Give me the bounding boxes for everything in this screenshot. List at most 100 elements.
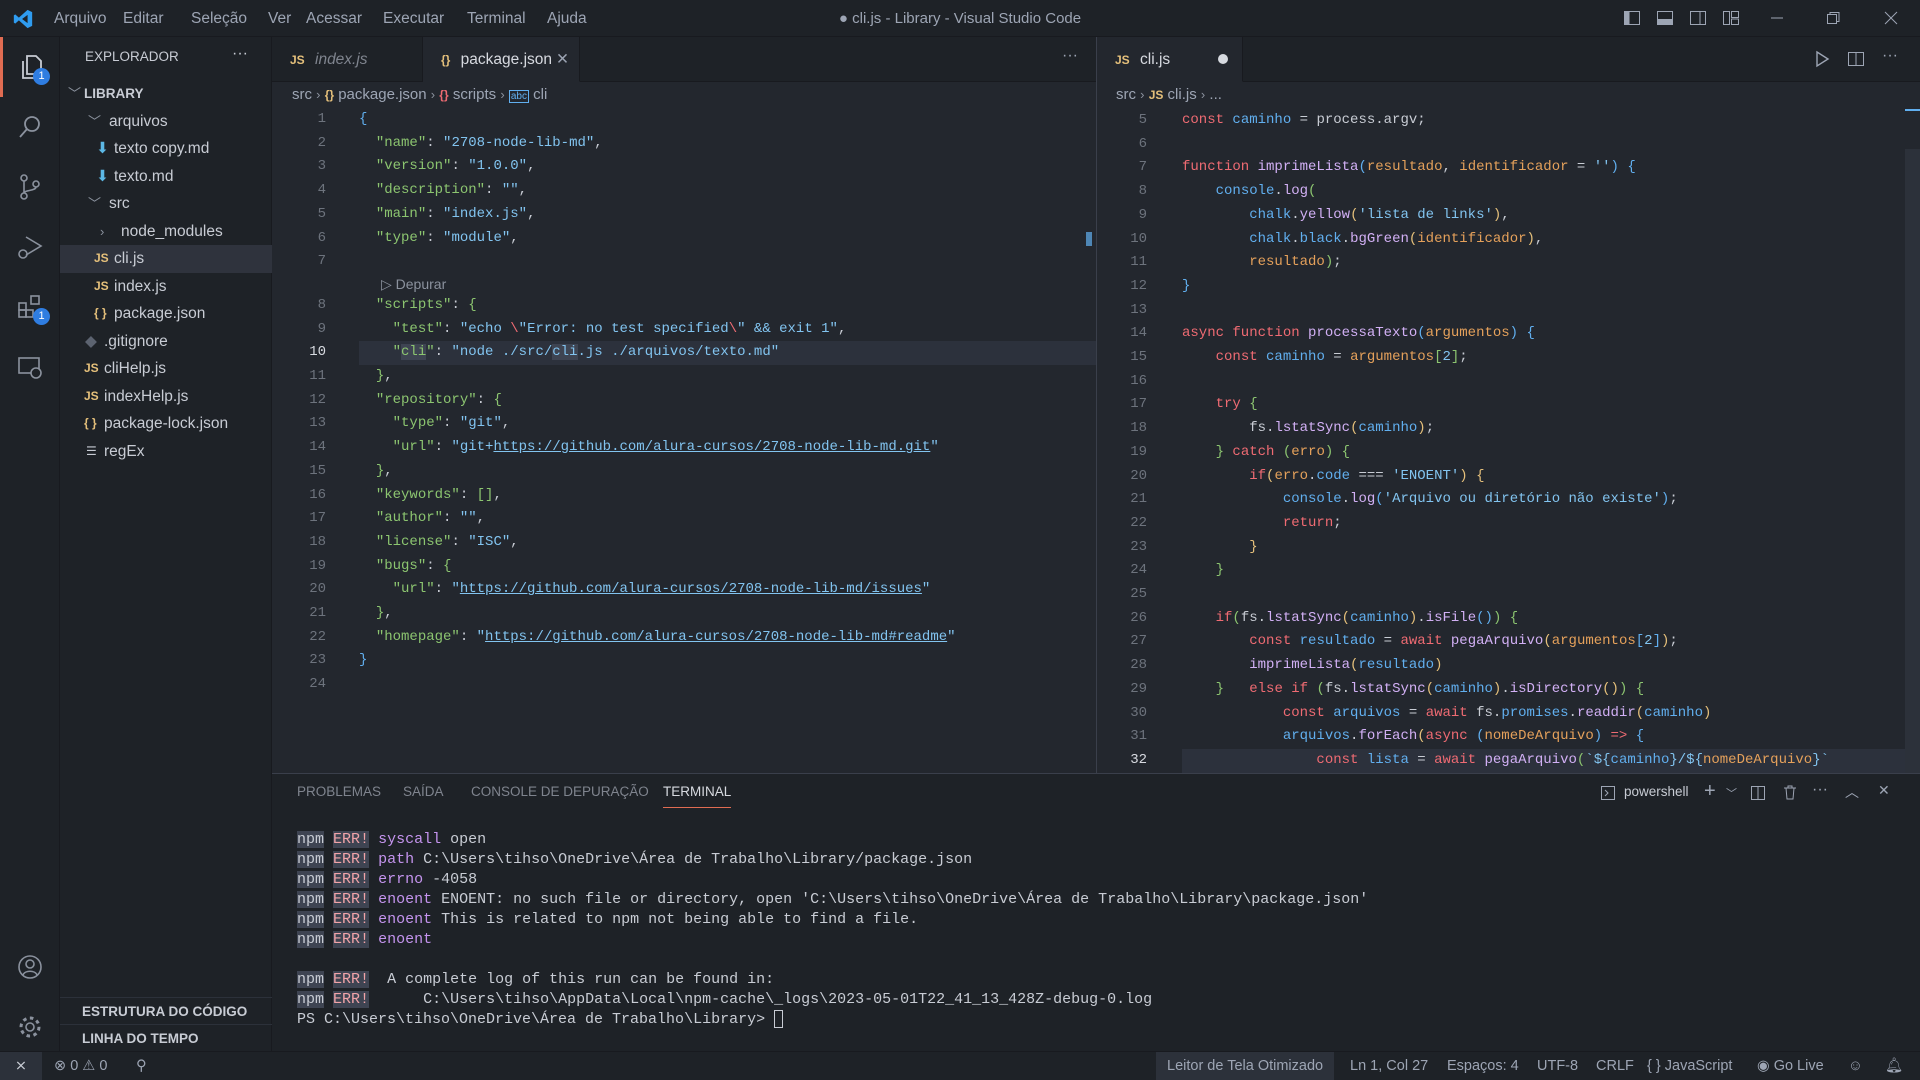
code-line[interactable]: chalk.yellow('lista de links'), — [1182, 204, 1509, 228]
run-debug-icon[interactable] — [0, 217, 60, 277]
customize-layout-icon[interactable] — [1722, 9, 1742, 29]
code-line[interactable]: "scripts": { — [359, 294, 477, 318]
code-line[interactable]: "bugs": { — [359, 555, 452, 579]
code-line[interactable]: console.log('Arquivo ou diretório não ex… — [1182, 488, 1678, 512]
extensions-icon[interactable]: 1 — [0, 277, 60, 337]
code-line[interactable]: "cli": "node ./src/cli.js ./arquivos/tex… — [359, 341, 779, 365]
language-mode[interactable]: { } JavaScript — [1647, 1052, 1732, 1080]
breadcrumb-item[interactable]: cli.js — [1168, 86, 1197, 103]
more-actions-button[interactable]: ··· — [232, 45, 248, 63]
code-line[interactable]: resultado); — [1182, 251, 1341, 275]
code-line[interactable]: chalk.black.bgGreen(identificador), — [1182, 228, 1543, 252]
menu-ajuda[interactable]: Ajuda — [538, 0, 596, 37]
menu-ver[interactable]: Ver — [259, 0, 300, 37]
tree-item[interactable]: JS cliHelp.js — [60, 355, 272, 383]
breadcrumb-item[interactable]: src — [1116, 86, 1136, 103]
account-icon[interactable] — [0, 937, 60, 997]
close-window-icon[interactable] — [1882, 9, 1902, 29]
tree-item[interactable]: ⬇ texto.md — [60, 163, 272, 191]
breadcrumb-item[interactable]: package.json — [338, 86, 426, 103]
code-line[interactable]: console.log( — [1182, 180, 1317, 204]
package-json-editor[interactable]: 1 {2 "name": "2708-node-lib-md", 3 "versio… — [272, 108, 1097, 773]
workspace-root[interactable]: ﹀ LIBRARY — [60, 80, 272, 108]
terminal-line[interactable]: npm ERR! enoent — [297, 930, 432, 950]
code-line[interactable]: { — [359, 108, 367, 132]
tree-item[interactable]: ◆ .gitignore — [60, 328, 272, 356]
toggle-secondary-sidebar-icon[interactable] — [1689, 9, 1709, 29]
breadcrumb-item[interactable]: src — [292, 86, 312, 103]
vertical-scrollbar[interactable] — [1905, 109, 1920, 773]
code-line[interactable]: const arquivos = await fs.promises.readd… — [1182, 702, 1712, 726]
editor-more-button[interactable]: ··· — [1062, 47, 1078, 65]
remote-indicator-icon[interactable]: ⨯ — [0, 1052, 42, 1080]
tree-item[interactable]: › node_modules — [60, 218, 272, 246]
code-line[interactable]: "test": "echo \"Error: no test specified… — [359, 318, 847, 342]
code-line[interactable]: } — [1182, 536, 1257, 560]
maximize-panel-icon[interactable]: ︿ — [1845, 782, 1859, 802]
toggle-sidebar-icon[interactable] — [1623, 9, 1643, 29]
breadcrumb-item[interactable]: ... — [1209, 86, 1222, 103]
code-line[interactable]: "keywords": [], — [359, 484, 502, 508]
tree-item[interactable]: JS index.js — [60, 273, 272, 301]
tree-item[interactable]: { } package.json — [60, 300, 272, 328]
terminal-line[interactable]: npm ERR! C:\Users\tihso\AppData\Local\np… — [297, 990, 1152, 1010]
code-line[interactable]: "name": "2708-node-lib-md", — [359, 132, 603, 156]
tab-package-json[interactable]: {} package.json ✕ — [423, 37, 580, 82]
run-file-icon[interactable] — [1813, 50, 1831, 68]
code-line[interactable]: "license": "ISC", — [359, 531, 519, 555]
code-line[interactable]: imprimeLista(resultado) — [1182, 654, 1442, 678]
menu-seleção[interactable]: Seleção — [182, 0, 256, 37]
split-terminal-icon[interactable] — [1750, 785, 1766, 801]
cli-js-editor[interactable]: 5 const caminho = process.argv; 6 7 function… — [1097, 109, 1905, 773]
code-line[interactable]: if(fs.lstatSync(caminho).isFile()) { — [1182, 607, 1519, 631]
code-line[interactable]: const caminho = process.argv; — [1182, 109, 1426, 133]
breadcrumb-item[interactable]: cli — [533, 86, 547, 103]
minimize-icon[interactable] — [1768, 9, 1788, 29]
code-line[interactable]: "url": "https://github.com/alura-cursos/… — [359, 578, 931, 602]
code-line[interactable]: } — [359, 649, 367, 673]
close-tab-icon[interactable]: ✕ — [556, 37, 569, 82]
code-line[interactable]: const resultado = await pegaArquivo(argu… — [1182, 630, 1678, 654]
code-line[interactable]: "type": "git", — [359, 412, 511, 436]
code-line[interactable]: const lista = await pegaArquivo(`${camin… — [1182, 749, 1829, 773]
code-line[interactable]: const caminho = argumentos[2]; — [1182, 346, 1468, 370]
code-line[interactable]: "main": "index.js", — [359, 203, 536, 227]
tab-terminal[interactable]: TERMINAL — [663, 784, 732, 808]
tree-item[interactable]: { } package-lock.json — [60, 410, 272, 438]
terminal-shell-name[interactable]: powershell — [1624, 784, 1689, 799]
code-line[interactable]: } — [1182, 275, 1190, 299]
split-editor-icon[interactable] — [1847, 50, 1865, 68]
tab-problemas[interactable]: PROBLEMAS — [297, 784, 381, 808]
encoding[interactable]: UTF-8 — [1537, 1052, 1578, 1080]
menu-arquivo[interactable]: Arquivo — [45, 0, 116, 37]
code-line[interactable]: "author": "", — [359, 507, 485, 531]
screen-reader-status[interactable]: Leitor de Tela Otimizado — [1156, 1052, 1335, 1080]
terminal-line[interactable]: npm ERR! A complete log of this run can … — [297, 970, 774, 990]
terminal-line[interactable]: npm ERR! path C:\Users\tihso\OneDrive\Ár… — [297, 850, 972, 870]
code-line[interactable]: async function processaTexto(argumentos)… — [1182, 322, 1535, 346]
settings-gear-icon[interactable] — [0, 997, 60, 1057]
outline-section[interactable]: ESTRUTURA DO CÓDIGO — [60, 997, 272, 1024]
tree-item[interactable]: ⬇ texto copy.md — [60, 135, 272, 163]
go-live-button[interactable]: ◉ Go Live — [1757, 1052, 1824, 1080]
tab-cli-js[interactable]: JS cli.js — [1097, 37, 1243, 82]
tree-item[interactable]: ﹀ src — [60, 190, 272, 218]
code-line[interactable]: return; — [1182, 512, 1342, 536]
notifications-bell-icon[interactable]: 🔔︎ — [1885, 1052, 1903, 1080]
code-line[interactable]: function imprimeLista(resultado, identif… — [1182, 156, 1636, 180]
menu-terminal[interactable]: Terminal — [458, 0, 535, 37]
code-line[interactable]: } catch (erro) { — [1182, 441, 1350, 465]
menu-executar[interactable]: Executar — [374, 0, 453, 37]
code-line[interactable]: fs.lstatSync(caminho); — [1182, 417, 1434, 441]
code-line[interactable]: }, — [359, 602, 393, 626]
tree-item[interactable]: ☰ regEx — [60, 438, 272, 466]
code-line[interactable]: "repository": { — [359, 389, 502, 413]
menu-acessar[interactable]: Acessar — [297, 0, 371, 37]
code-line[interactable]: } — [1182, 559, 1224, 583]
trash-icon[interactable] — [1782, 784, 1798, 801]
tree-item[interactable]: JS cli.js — [60, 245, 272, 273]
code-line[interactable]: "url": "git+https://github.com/alura-cur… — [359, 436, 939, 460]
tree-item[interactable]: ﹀ arquivos — [60, 108, 272, 136]
code-line[interactable]: arquivos.forEach(async (nomeDeArquivo) =… — [1182, 725, 1644, 749]
code-line[interactable]: } else if (fs.lstatSync(caminho).isDirec… — [1182, 678, 1645, 702]
